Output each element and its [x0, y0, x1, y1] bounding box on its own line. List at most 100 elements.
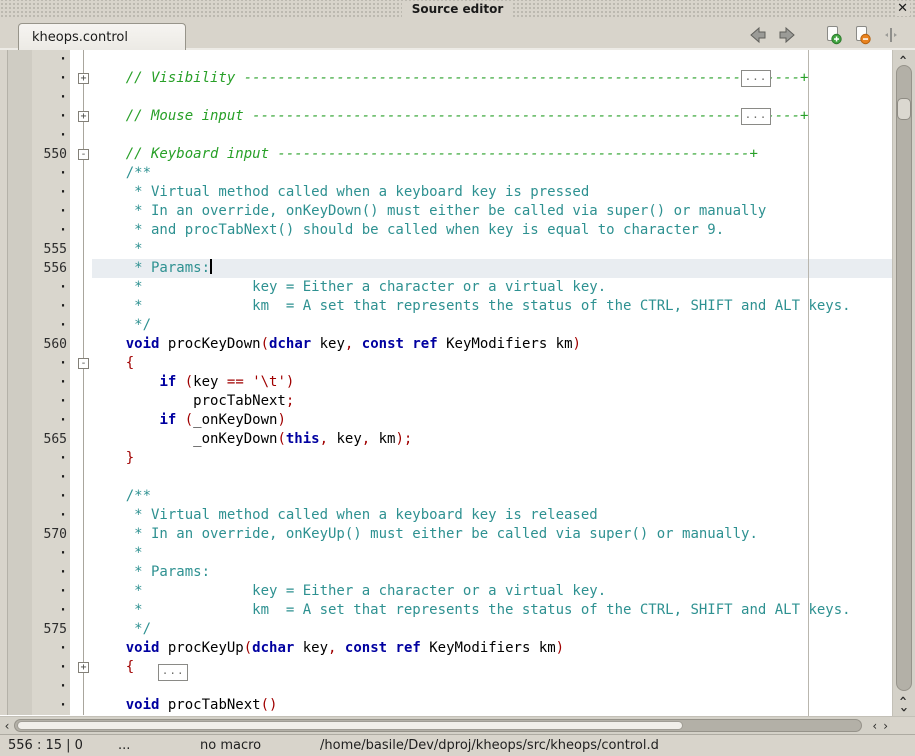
- fold-expand-icon[interactable]: +: [78, 662, 89, 673]
- scroll-right-icon[interactable]: ›: [883, 719, 888, 733]
- code-line[interactable]: */: [92, 316, 892, 335]
- fold-collapse-icon[interactable]: -: [78, 358, 89, 369]
- gutter-band: [8, 601, 32, 620]
- code-line[interactable]: }: [92, 449, 892, 468]
- scroll-up-icon[interactable]: ›: [893, 52, 915, 63]
- editor-row-22: ·: [0, 468, 892, 487]
- fold-margin: [75, 392, 92, 411]
- code-line[interactable]: * km = A set that represents the status …: [92, 601, 892, 620]
- code-line[interactable]: *: [92, 544, 892, 563]
- gutter-band: [8, 107, 32, 126]
- code-line[interactable]: {: [92, 354, 892, 373]
- gutter-strip: [0, 164, 8, 183]
- gutter-strip: [0, 69, 8, 88]
- tab-label: kheops.control: [32, 30, 128, 45]
- code-line[interactable]: void procTabNext(): [92, 696, 892, 715]
- go-back-icon[interactable]: [748, 25, 768, 45]
- status-bar: 556 : 15 | 0 ... no macro /home/basile/D…: [0, 734, 915, 756]
- line-number: ·: [32, 601, 70, 620]
- gutter-band: [8, 639, 32, 658]
- code-line[interactable]: _onKeyDown(this, key, km);: [92, 430, 892, 449]
- code-line[interactable]: // Mouse input -------------------------…: [92, 107, 892, 126]
- line-number: ·: [32, 183, 70, 202]
- code-line[interactable]: // Visibility --------------------------…: [92, 69, 892, 88]
- code-line[interactable]: */: [92, 620, 892, 639]
- fold-margin: [75, 259, 92, 278]
- vertical-scroll-thumb[interactable]: [897, 98, 911, 120]
- vertical-scroll-track[interactable]: [896, 65, 912, 691]
- fold-margin: [75, 316, 92, 335]
- code-line[interactable]: * and procTabNext() should be called whe…: [92, 221, 892, 240]
- code-line[interactable]: [92, 468, 892, 487]
- code-line[interactable]: // Keyboard input ----------------------…: [92, 145, 892, 164]
- gutter-strip: [0, 696, 8, 715]
- line-number: ·: [32, 88, 70, 107]
- gutter-strip: [0, 392, 8, 411]
- code-line[interactable]: {...: [92, 658, 892, 677]
- split-view-icon[interactable]: [881, 25, 901, 45]
- code-line[interactable]: * Virtual method called when a keyboard …: [92, 183, 892, 202]
- fold-margin: [75, 525, 92, 544]
- code-line[interactable]: * In an override, onKeyUp() must either …: [92, 525, 892, 544]
- gutter-band: [8, 677, 32, 696]
- line-number: ·: [32, 297, 70, 316]
- code-line[interactable]: * In an override, onKeyDown() must eithe…: [92, 202, 892, 221]
- scroll-down-icon[interactable]: ›: [893, 704, 915, 715]
- horizontal-scroll-thumb[interactable]: [17, 721, 683, 730]
- code-line[interactable]: void procKeyDown(dchar key, const ref Ke…: [92, 335, 892, 354]
- code-line[interactable]: [92, 677, 892, 696]
- gutter-band: [8, 449, 32, 468]
- code-line[interactable]: *: [92, 240, 892, 259]
- scroll-left-icon-right[interactable]: ‹: [872, 719, 877, 733]
- code-line[interactable]: if (_onKeyDown): [92, 411, 892, 430]
- code-line[interactable]: void procKeyUp(dchar key, const ref KeyM…: [92, 639, 892, 658]
- fold-margin: [75, 297, 92, 316]
- editor-row-7: · * Virtual method called when a keyboar…: [0, 183, 892, 202]
- tab-kheops-control[interactable]: kheops.control: [18, 23, 186, 50]
- code-line[interactable]: * Params:: [92, 259, 892, 278]
- code-line[interactable]: /**: [92, 487, 892, 506]
- code-line[interactable]: [92, 88, 892, 107]
- close-document-icon[interactable]: [852, 25, 872, 45]
- code-line[interactable]: * Params:: [92, 563, 892, 582]
- fold-margin: [75, 449, 92, 468]
- gutter-band: [8, 354, 32, 373]
- line-number: ·: [32, 373, 70, 392]
- code-line[interactable]: if (key == '\t'): [92, 373, 892, 392]
- code-line[interactable]: /**: [92, 164, 892, 183]
- code-line[interactable]: * key = Either a character or a virtual …: [92, 278, 892, 297]
- horizontal-scroll-track[interactable]: [14, 719, 862, 732]
- gutter-strip: [0, 126, 8, 145]
- scroll-left-icon[interactable]: ‹: [0, 718, 14, 734]
- go-forward-icon[interactable]: [777, 25, 797, 45]
- gutter-band: [8, 221, 32, 240]
- scroll-up-icon-bottom[interactable]: ›: [893, 693, 915, 704]
- code-line[interactable]: * Virtual method called when a keyboard …: [92, 506, 892, 525]
- vertical-scrollbar[interactable]: › › ›: [892, 50, 915, 716]
- line-number: ·: [32, 639, 70, 658]
- new-document-icon[interactable]: [823, 25, 843, 45]
- fold-collapse-icon[interactable]: -: [78, 149, 89, 160]
- code-line[interactable]: [92, 50, 892, 69]
- gutter-strip: [0, 620, 8, 639]
- code-line[interactable]: * km = A set that represents the status …: [92, 297, 892, 316]
- editor-row-18: · procTabNext;: [0, 392, 892, 411]
- editor-row-556: 556 * Params:: [0, 259, 892, 278]
- fold-margin: [75, 696, 92, 715]
- gutter-band: [8, 563, 32, 582]
- fold-margin: [75, 183, 92, 202]
- code-area[interactable]: · · + // Visibility ----------------------…: [0, 50, 892, 716]
- horizontal-scrollbar[interactable]: ‹ ‹ ›: [0, 716, 915, 734]
- code-line[interactable]: * key = Either a character or a virtual …: [92, 582, 892, 601]
- code-line[interactable]: [92, 126, 892, 145]
- code-line[interactable]: procTabNext;: [92, 392, 892, 411]
- close-icon[interactable]: ✕: [895, 1, 910, 16]
- collapsed-code-box[interactable]: ...: [741, 70, 771, 87]
- editor-row-565: 565 _onKeyDown(this, key, km);: [0, 430, 892, 449]
- fold-expand-icon[interactable]: +: [78, 73, 89, 84]
- collapsed-code-box[interactable]: ...: [741, 108, 771, 125]
- fold-margin: [75, 221, 92, 240]
- fold-margin: [75, 164, 92, 183]
- gutter-strip: [0, 658, 8, 677]
- fold-expand-icon[interactable]: +: [78, 111, 89, 122]
